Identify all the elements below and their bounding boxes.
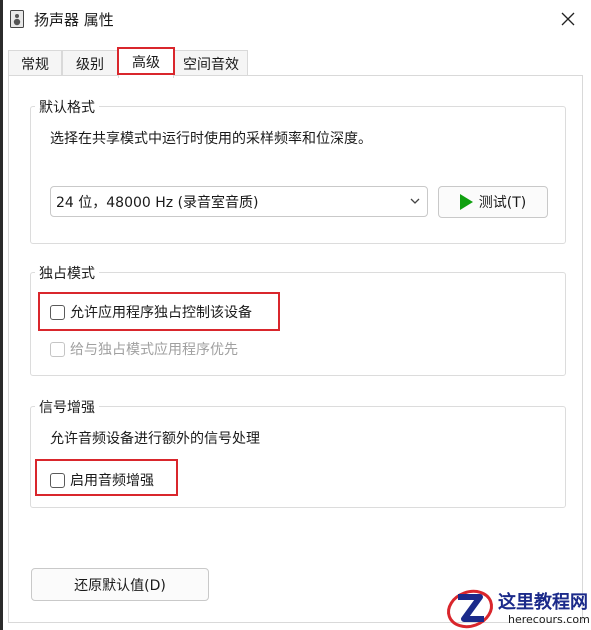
sample-rate-value: 24 位，48000 Hz (录音室音质): [56, 195, 259, 211]
tab-advanced[interactable]: 高级: [118, 48, 174, 78]
default-format-label: 默认格式: [35, 97, 99, 117]
signal-enhancement-description: 允许音频设备进行额外的信号处理: [50, 431, 260, 447]
enable-enhancement-label: 启用音频增强: [70, 473, 154, 489]
exclusive-priority-checkbox: [50, 341, 65, 357]
sample-rate-select[interactable]: 24 位，48000 Hz (录音室音质): [50, 186, 428, 217]
tab-levels[interactable]: 级别: [62, 50, 118, 76]
exclusive-mode-group: 独占模式: [30, 263, 566, 376]
allow-exclusive-row[interactable]: 允许应用程序独占控制该设备: [50, 302, 252, 322]
close-icon: [561, 12, 575, 26]
close-button[interactable]: [545, 0, 591, 38]
watermark-logo-icon: [447, 589, 493, 629]
site-watermark: 这里教程网 herecours.com: [444, 585, 591, 630]
window-title: 扬声器 属性: [34, 11, 114, 29]
title-bar: 扬声器 属性: [0, 0, 591, 38]
watermark-subtitle: herecours.com: [508, 613, 590, 626]
enable-enhancement-checkbox[interactable]: [50, 472, 65, 488]
window-edge: [0, 0, 3, 630]
properties-window: 扬声器 属性 常规 级别 高级 空间音效 默认格式 选择在共享模式中运行时使用的…: [0, 0, 591, 630]
chevron-down-icon: [410, 198, 420, 204]
speaker-icon: [10, 10, 24, 28]
default-format-description: 选择在共享模式中运行时使用的采样频率和位深度。: [50, 131, 372, 147]
exclusive-priority-label: 给与独占模式应用程序优先: [70, 342, 238, 358]
signal-enhancement-group: 信号增强: [30, 397, 566, 508]
signal-enhancement-label: 信号增强: [35, 397, 99, 417]
watermark-title: 这里教程网: [498, 592, 588, 613]
play-icon: [459, 194, 473, 210]
allow-exclusive-checkbox[interactable]: [50, 304, 65, 320]
tab-spatial-sound[interactable]: 空间音效: [174, 50, 248, 76]
restore-defaults-button[interactable]: 还原默认值(D): [31, 568, 209, 601]
enable-enhancement-row[interactable]: 启用音频增强: [50, 470, 154, 490]
exclusive-priority-row: 给与独占模式应用程序优先: [50, 339, 238, 359]
test-button[interactable]: 测试(T): [438, 186, 548, 218]
exclusive-mode-label: 独占模式: [35, 263, 99, 283]
tab-general[interactable]: 常规: [8, 50, 62, 76]
allow-exclusive-label: 允许应用程序独占控制该设备: [70, 305, 252, 321]
default-format-group: 默认格式: [30, 97, 566, 244]
